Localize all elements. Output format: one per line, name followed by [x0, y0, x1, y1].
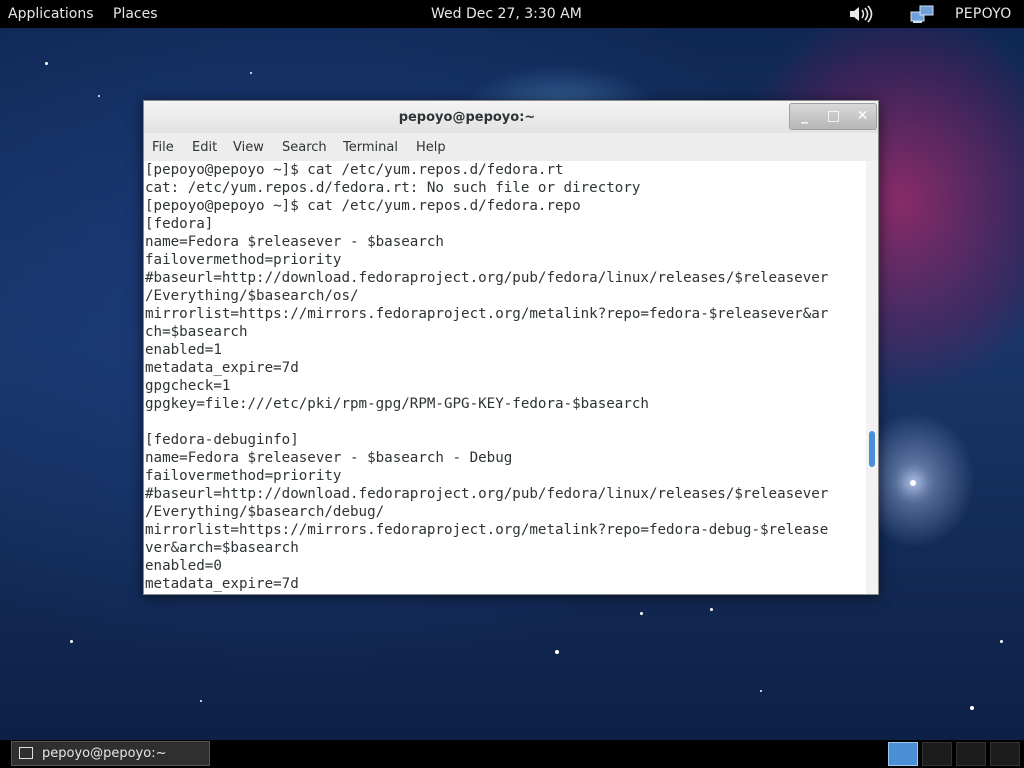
minimize-button[interactable]: _: [790, 104, 819, 129]
applications-menu[interactable]: Applications: [8, 6, 94, 22]
terminal-text: [pepoyo@pepoyo ~]$ cat /etc/yum.repos.d/…: [144, 161, 866, 593]
star: [200, 700, 202, 702]
terminal-line: gpgcheck=1: [145, 378, 231, 394]
star: [45, 62, 48, 65]
terminal-line: metadata_expire=7d: [145, 576, 299, 592]
workspace-2[interactable]: [922, 742, 952, 766]
star: [98, 95, 100, 97]
terminal-line: ch=$basearch: [145, 324, 248, 340]
menubar: File Edit View Search Terminal Help: [144, 133, 878, 161]
speaker-icon[interactable]: [848, 4, 874, 28]
terminal-line: name=Fedora $releasever - $basearch: [145, 234, 444, 250]
star: [970, 706, 974, 710]
terminal-line: name=Fedora $releasever - $basearch - De…: [145, 450, 513, 466]
menu-edit[interactable]: Edit: [192, 140, 217, 155]
terminal-line: /Everything/$basearch/os/: [145, 288, 359, 304]
terminal-line: cat: /etc/yum.repos.d/fedora.rt: No such…: [145, 180, 641, 196]
terminal-line: gpgkey=file:///etc/pki/rpm-gpg/RPM-GPG-K…: [145, 396, 649, 412]
terminal-line: [fedora-debuginfo]: [145, 432, 299, 448]
workspace-3[interactable]: [956, 742, 986, 766]
scrollbar[interactable]: [866, 161, 878, 594]
terminal-line: [pepoyo@pepoyo ~]$ cat /etc/yum.repos.d/…: [145, 198, 581, 214]
star: [250, 72, 252, 74]
terminal-line: /Everything/$basearch/debug/: [145, 504, 385, 520]
clock[interactable]: Wed Dec 27, 3:30 AM: [431, 6, 582, 22]
terminal-icon: [19, 747, 33, 759]
terminal-line: enabled=1: [145, 342, 222, 358]
window-controls: _ □ ✕: [789, 103, 877, 130]
terminal-line: metadata_expire=7d: [145, 360, 299, 376]
menu-terminal[interactable]: Terminal: [343, 140, 398, 155]
network-icon[interactable]: [910, 4, 936, 28]
terminal-line: mirrorlist=https://mirrors.fedoraproject…: [145, 306, 829, 322]
terminal-line: enabled=0: [145, 558, 222, 574]
close-button[interactable]: ✕: [848, 104, 877, 129]
menu-file[interactable]: File: [152, 140, 174, 155]
terminal-window: pepoyo@pepoyo:~ _ □ ✕ File Edit View Sea…: [143, 100, 879, 595]
terminal-line: #baseurl=http://download.fedoraproject.o…: [145, 486, 829, 502]
star: [640, 612, 643, 615]
taskbar-item-label: pepoyo@pepoyo:~: [42, 746, 167, 761]
terminal-output[interactable]: [pepoyo@pepoyo ~]$ cat /etc/yum.repos.d/…: [144, 161, 866, 594]
star: [910, 480, 916, 486]
top-panel: Applications Places Wed Dec 27, 3:30 AM …: [0, 0, 1024, 28]
star: [70, 640, 73, 643]
menu-help[interactable]: Help: [416, 140, 446, 155]
terminal-line: ver&arch=$basearch: [145, 540, 299, 556]
places-menu[interactable]: Places: [113, 6, 158, 22]
terminal-line: [pepoyo@pepoyo ~]$ cat /etc/yum.repos.d/…: [145, 162, 564, 178]
menu-search[interactable]: Search: [282, 140, 327, 155]
workspace-1[interactable]: [888, 742, 918, 766]
window-titlebar[interactable]: pepoyo@pepoyo:~ _ □ ✕: [144, 101, 878, 134]
workspace-4[interactable]: [990, 742, 1020, 766]
terminal-line: failovermethod=priority: [145, 252, 342, 268]
terminal-line: [fedora]: [145, 216, 214, 232]
star: [1000, 640, 1003, 643]
menu-view[interactable]: View: [233, 140, 264, 155]
user-menu[interactable]: PEPOYO: [955, 6, 1012, 22]
maximize-button[interactable]: □: [819, 104, 848, 129]
scrollbar-thumb[interactable]: [869, 431, 875, 467]
terminal-line: mirrorlist=https://mirrors.fedoraproject…: [145, 522, 829, 538]
terminal-line: failovermethod=priority: [145, 468, 342, 484]
star: [760, 690, 762, 692]
star: [710, 608, 713, 611]
taskbar-item-terminal[interactable]: pepoyo@pepoyo:~: [11, 741, 210, 766]
star: [555, 650, 559, 654]
window-title: pepoyo@pepoyo:~: [398, 110, 536, 125]
terminal-line: #baseurl=http://download.fedoraproject.o…: [145, 270, 829, 286]
bottom-panel: pepoyo@pepoyo:~: [0, 740, 1024, 768]
